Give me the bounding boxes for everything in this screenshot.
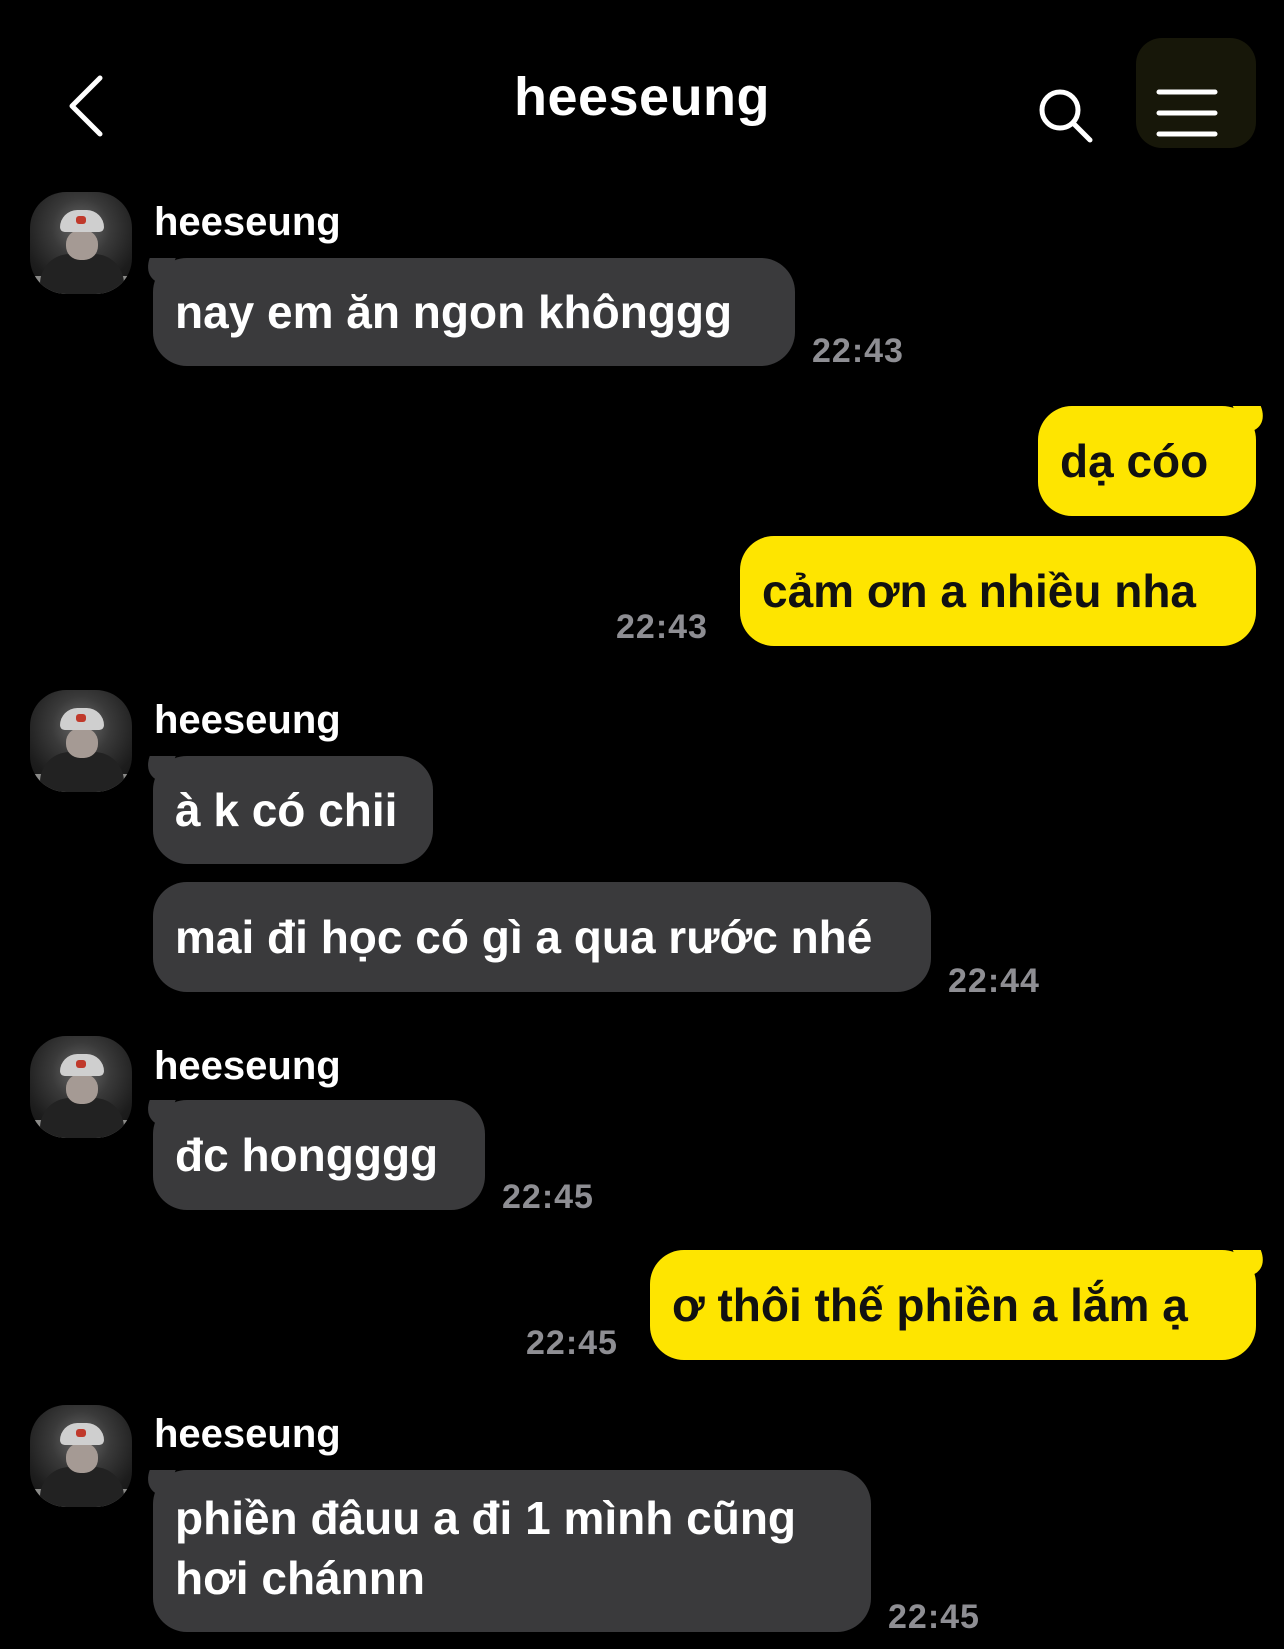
message-timestamp: 22:44 bbox=[948, 962, 1040, 1000]
message-timestamp: 22:43 bbox=[812, 332, 904, 370]
avatar[interactable] bbox=[30, 1036, 132, 1138]
outgoing-message-bubble[interactable]: dạ cóo bbox=[1038, 406, 1256, 516]
sender-name: heeseung bbox=[154, 1412, 341, 1456]
message-timestamp: 22:45 bbox=[526, 1324, 618, 1362]
hamburger-menu-icon bbox=[1156, 89, 1218, 137]
incoming-message-bubble[interactable]: đc hongggg bbox=[153, 1100, 485, 1210]
message-timestamp: 22:45 bbox=[502, 1178, 594, 1216]
outgoing-message-bubble[interactable]: cảm ơn a nhiều nha bbox=[740, 536, 1256, 646]
message-line: hơi chánnn bbox=[175, 1552, 425, 1604]
message-line: phiền đâuu a đi 1 mình cũng bbox=[175, 1492, 797, 1544]
avatar[interactable] bbox=[30, 192, 132, 294]
incoming-message-bubble[interactable]: nay em ăn ngon khônggg bbox=[153, 258, 795, 366]
search-button[interactable] bbox=[1036, 86, 1096, 146]
avatar[interactable] bbox=[30, 690, 132, 792]
message-timestamp: 22:45 bbox=[888, 1598, 980, 1636]
chat-header: heeseung bbox=[0, 0, 1284, 190]
menu-button[interactable] bbox=[1156, 86, 1218, 140]
avatar[interactable] bbox=[30, 1405, 132, 1507]
sender-name: heeseung bbox=[154, 1044, 341, 1088]
outgoing-message-bubble[interactable]: ơ thôi thế phiền a lắm ạ bbox=[650, 1250, 1256, 1360]
sender-name: heeseung bbox=[154, 698, 341, 742]
incoming-message-bubble[interactable]: à k có chii bbox=[153, 756, 433, 864]
message-timestamp: 22:43 bbox=[616, 608, 708, 646]
incoming-message-bubble[interactable]: phiền đâuu a đi 1 mình cũng hơi chánnn bbox=[153, 1470, 871, 1632]
search-icon bbox=[1039, 89, 1093, 143]
incoming-message-bubble[interactable]: mai đi học có gì a qua rước nhé bbox=[153, 882, 931, 992]
sender-name: heeseung bbox=[154, 200, 341, 244]
